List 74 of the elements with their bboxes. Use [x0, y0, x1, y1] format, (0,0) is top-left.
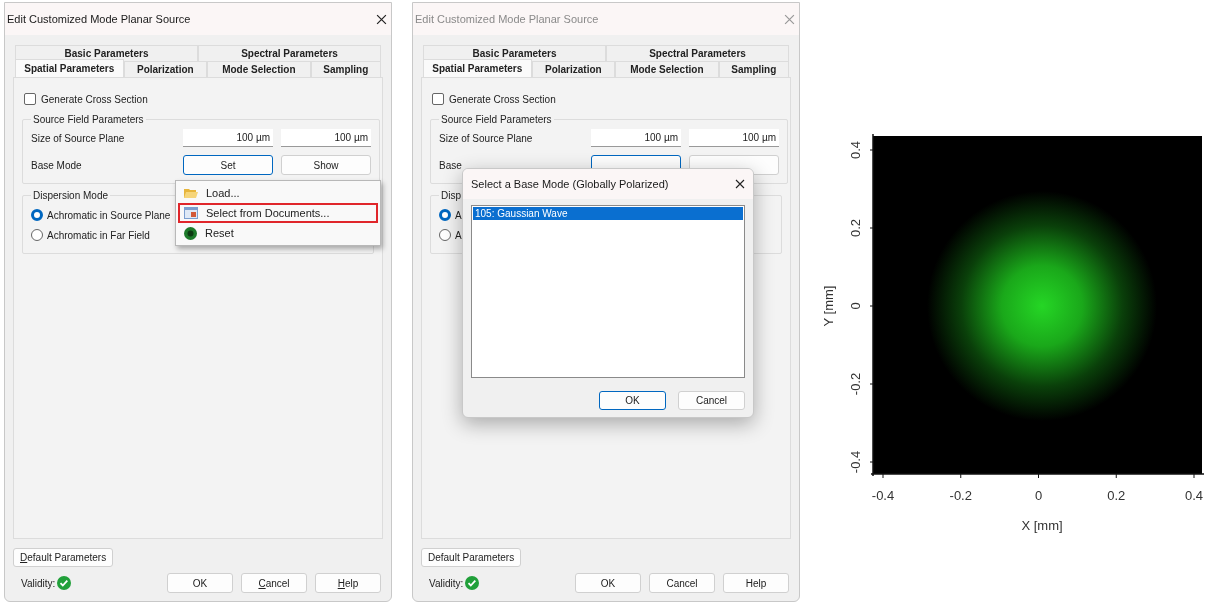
tab[interactable]: Spatial Parameters [423, 59, 532, 77]
menu-item[interactable]: Reset [178, 223, 378, 243]
tab[interactable]: Mode Selection [615, 61, 719, 77]
radio-label: A [455, 209, 462, 221]
field-label: Size of Source Plane [31, 132, 126, 144]
validity-label: Validity: [21, 577, 56, 589]
dialog-button[interactable]: Cancel [241, 573, 307, 593]
close-icon[interactable] [735, 179, 745, 189]
x-tick-label: 0.2 [1107, 488, 1126, 503]
tab[interactable]: Spectral Parameters [198, 45, 381, 61]
radio-button[interactable] [439, 209, 451, 221]
group-legend: Source Field Parameters [439, 114, 554, 125]
x-tick-label: -0.4 [871, 488, 895, 503]
y-tick-label: -0.2 [848, 372, 863, 396]
dialog-button[interactable]: OK [575, 573, 641, 593]
folder-icon [184, 187, 198, 199]
field-label: Size of Source Plane [439, 132, 534, 144]
tab[interactable]: Mode Selection [207, 61, 311, 77]
tab[interactable]: Polarization [531, 61, 616, 77]
x-axis-label: X [mm] [1021, 518, 1063, 533]
y-tick-label: 0.2 [848, 218, 863, 238]
y-tick-label: 0.4 [848, 140, 863, 160]
checkbox[interactable] [24, 93, 36, 105]
close-icon[interactable] [376, 13, 387, 25]
dialog-button[interactable]: Help [315, 573, 381, 593]
checkbox-label: Generate Cross Section [41, 93, 148, 105]
checkbox-label: Generate Cross Section [449, 93, 556, 105]
y-tick-label: -0.4 [848, 450, 863, 474]
size-field[interactable]: 100 µm [281, 129, 371, 147]
validity-label: Validity: [429, 577, 464, 589]
field-label: Base Mode [31, 159, 83, 171]
tab[interactable]: Spectral Parameters [606, 45, 789, 61]
radio-label: A [455, 229, 462, 241]
x-tick-label: -0.2 [949, 488, 972, 503]
radio-label: Achromatic in Far Field [47, 229, 150, 241]
reset-icon [184, 226, 197, 240]
size-field[interactable]: 100 µm [689, 129, 779, 147]
document-window-icon [184, 207, 198, 219]
size-field[interactable]: 100 µm [591, 129, 681, 147]
size-field[interactable]: 100 µm [183, 129, 273, 147]
window-title: Edit Customized Mode Planar Source [7, 13, 191, 25]
tab[interactable]: Basic Parameters [423, 45, 606, 61]
dialog-button[interactable]: Help [723, 573, 789, 593]
group-legend: Disp [439, 190, 463, 201]
tab[interactable]: Sampling [310, 61, 381, 77]
x-tick-label: 0 [1034, 488, 1043, 503]
y-tick-label: 0 [848, 302, 863, 310]
group-legend: Source Field Parameters [31, 114, 146, 125]
tab[interactable]: Basic Parameters [15, 45, 198, 61]
dialog-button[interactable]: Cancel [678, 391, 745, 410]
base-mode-button[interactable]: Show [281, 155, 371, 175]
radio-button[interactable] [31, 209, 43, 221]
dialog-button[interactable]: Cancel [649, 573, 715, 593]
radio-label: Achromatic in Source Plane [47, 209, 171, 221]
window-title: Select a Base Mode (Globally Polarized) [471, 178, 669, 190]
menu-item[interactable]: Select from Documents... [178, 203, 378, 223]
menu-item[interactable]: Load... [178, 183, 378, 203]
radio-button[interactable] [439, 229, 451, 241]
default-parameters-button[interactable]: Default Parameters [13, 548, 114, 567]
window-title: Edit Customized Mode Planar Source [415, 13, 599, 25]
tab[interactable]: Sampling [718, 61, 789, 77]
group-legend: Dispersion Mode [31, 190, 111, 201]
radio-button[interactable] [31, 229, 43, 241]
field-label: Base [439, 159, 463, 171]
default-parameters-button[interactable]: Default Parameters [421, 548, 522, 567]
dialog-button[interactable]: OK [167, 573, 233, 593]
checkbox[interactable] [432, 93, 444, 105]
x-tick-label: 0.4 [1184, 488, 1204, 503]
base-mode-button[interactable]: Set [183, 155, 273, 175]
dialog-button[interactable]: OK [599, 391, 666, 410]
tab[interactable]: Polarization [123, 61, 208, 77]
y-axis-label: Y [mm] [821, 285, 836, 327]
tab[interactable]: Spatial Parameters [15, 59, 124, 77]
list-item[interactable]: 105: Gaussian Wave [473, 207, 743, 220]
